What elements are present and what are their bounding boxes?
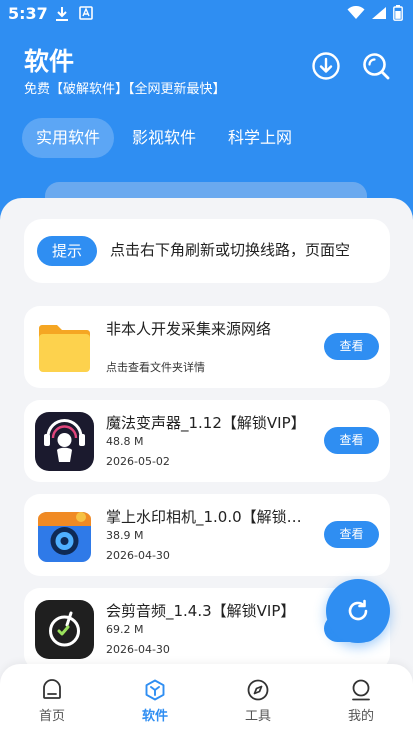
folder-icon [35,318,94,377]
app-size: 38.9 M [106,529,144,542]
page-title: 软件 [24,47,75,76]
tab-vpn-software[interactable]: 科学上网 [214,118,306,158]
tab-utility-software[interactable]: 实用软件 [22,118,115,158]
list-item[interactable]: 魔法变声器_1.12【解锁VIP】 48.8 M 2026-05-02 查看 [24,400,390,482]
view-button[interactable]: 查看 [324,333,379,360]
home-icon [43,679,61,699]
app-name: 魔法变声器_1.12【解锁VIP】 [106,414,306,432]
nav-label: 工具 [244,709,271,724]
app-size: 48.8 M [106,435,144,448]
category-tabs: 实用软件 影视软件 科学上网 [22,118,310,158]
app-name: 掌上水印相机_1.0.0【解锁VIP】 [106,508,311,526]
app-date: 2026-04-30 [106,549,170,562]
download-notification-icon [56,7,68,21]
download-icon [312,52,340,80]
app-name: 非本人开发采集来源网络 [106,320,272,338]
refresh-button[interactable] [326,579,390,643]
list-item[interactable]: 掌上水印相机_1.0.0【解锁VIP】 38.9 M 2026-04-30 查看 [24,494,390,576]
view-button[interactable]: 查看 [324,521,379,548]
compass-icon [247,679,269,701]
wifi-icon [347,6,365,19]
nav-item-tools[interactable]: 工具 [223,678,293,726]
cube-icon [145,679,165,701]
view-button[interactable]: 查看 [324,427,379,454]
search-button[interactable] [360,50,392,82]
app-size: 69.2 M [106,623,144,636]
battery-icon [393,5,403,21]
nav-item-home[interactable]: 首页 [17,678,87,726]
status-time: 5:37 [8,4,48,23]
voice-changer-icon [35,412,94,471]
nav-label: 首页 [38,709,65,724]
nav-label: 软件 [141,709,168,724]
nav-label: 我的 [347,709,374,724]
camera-icon [35,506,94,565]
app-date: 2026-05-02 [106,455,170,468]
notice-text: 点击右下角刷新或切换线路，页面空 [110,241,351,259]
signal-icon [372,7,386,19]
notice-card: 提示 点击右下角刷新或切换线路，页面空 [24,219,390,283]
bottom-navigation: 首页 软件 工具 我的 [0,664,413,734]
list-item[interactable]: 非本人开发采集来源网络 点击查看文件夹详情 查看 [24,306,390,388]
search-icon [363,53,390,80]
notice-badge: 提示 [37,236,97,266]
status-bar: 5:37 [0,0,413,28]
nav-item-software[interactable]: 软件 [120,678,190,726]
nav-item-profile[interactable]: 我的 [326,678,396,726]
download-button[interactable] [310,50,342,82]
app-notification-icon [79,6,93,20]
audio-editor-icon [35,600,94,659]
user-icon [352,679,370,701]
app-description: 点击查看文件夹详情 [106,361,205,374]
app-date: 2026-04-30 [106,643,170,656]
app-name: 会剪音频_1.4.3【解锁VIP】 [106,602,296,620]
refresh-icon [348,599,368,621]
page-subtitle: 免费【破解软件】【全网更新最快】 [24,82,226,97]
tab-video-software[interactable]: 影视软件 [118,118,210,158]
